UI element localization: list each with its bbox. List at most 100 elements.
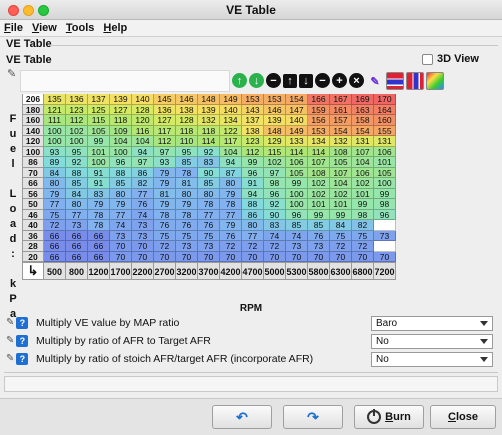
- ve-cell[interactable]: 70: [176, 251, 198, 262]
- ve-cell[interactable]: 88: [66, 167, 88, 178]
- ve-cell[interactable]: 102: [264, 157, 286, 168]
- ve-cell[interactable]: 85: [176, 157, 198, 168]
- ve-cell[interactable]: 89: [44, 157, 66, 168]
- ve-cell[interactable]: 100: [286, 199, 308, 210]
- ve-cell[interactable]: 111: [44, 115, 66, 126]
- ve-cell[interactable]: 148: [264, 125, 286, 136]
- stoich-afr-select[interactable]: No: [371, 351, 493, 367]
- ve-cell[interactable]: 70: [132, 251, 154, 262]
- ve-cell[interactable]: 91: [242, 178, 264, 189]
- ve-cell[interactable]: 93: [154, 157, 176, 168]
- ve-cell[interactable]: 140: [286, 115, 308, 126]
- ve-cell[interactable]: 73: [132, 220, 154, 231]
- ve-cell[interactable]: 70: [308, 251, 330, 262]
- ve-cell[interactable]: 77: [242, 230, 264, 241]
- ve-cell[interactable]: 83: [88, 188, 110, 199]
- ve-cell[interactable]: 140: [132, 94, 154, 105]
- ve-cell[interactable]: 143: [242, 104, 264, 115]
- help-icon[interactable]: ?: [16, 353, 29, 365]
- ve-cell[interactable]: 74: [132, 209, 154, 220]
- ve-cell[interactable]: 76: [154, 220, 176, 231]
- ve-cell[interactable]: 70: [110, 241, 132, 252]
- ve-cell[interactable]: 135: [44, 94, 66, 105]
- cell-value-field[interactable]: [20, 70, 230, 92]
- ve-cell[interactable]: 73: [110, 230, 132, 241]
- ve-cell[interactable]: 77: [44, 199, 66, 210]
- ve-cell[interactable]: 97: [132, 157, 154, 168]
- ve-cell[interactable]: 114: [198, 136, 220, 147]
- ve-cell[interactable]: 84: [44, 167, 66, 178]
- ve-cell[interactable]: 90: [198, 167, 220, 178]
- ve-cell[interactable]: 104: [330, 178, 352, 189]
- ve-cell[interactable]: 66: [66, 251, 88, 262]
- ve-cell[interactable]: 99: [242, 157, 264, 168]
- ve-cell[interactable]: 79: [220, 220, 242, 231]
- ve-cell[interactable]: 136: [154, 104, 176, 115]
- ve-cell[interactable]: 74: [286, 230, 308, 241]
- ve-cell[interactable]: 79: [220, 188, 242, 199]
- ve-cell[interactable]: 112: [66, 115, 88, 126]
- ve-cell[interactable]: 72: [154, 241, 176, 252]
- ve-cell[interactable]: 105: [286, 167, 308, 178]
- ve-cell[interactable]: 108: [330, 146, 352, 157]
- ve-cell[interactable]: 72: [264, 241, 286, 252]
- axis-corner-icon[interactable]: ↳: [22, 262, 44, 280]
- y-bin-cell[interactable]: 140: [22, 125, 44, 136]
- ve-cell[interactable]: 167: [330, 94, 352, 105]
- ve-cell[interactable]: 70: [220, 251, 242, 262]
- ve-cell[interactable]: 127: [110, 104, 132, 115]
- y-bin-cell[interactable]: 50: [22, 199, 44, 210]
- ve-cell[interactable]: 72: [352, 241, 374, 252]
- help-icon[interactable]: ?: [16, 317, 29, 329]
- ve-cell[interactable]: 102: [330, 188, 352, 199]
- ve-cell[interactable]: 96: [242, 167, 264, 178]
- ve-cell[interactable]: 99: [330, 209, 352, 220]
- ve-cell[interactable]: 155: [374, 125, 396, 136]
- ve-cell[interactable]: 75: [44, 209, 66, 220]
- ve-cell[interactable]: 106: [352, 167, 374, 178]
- edit-pencil-icon[interactable]: ✎: [7, 67, 19, 80]
- ve-cell[interactable]: 72: [220, 241, 242, 252]
- ve-cell[interactable]: 99: [286, 178, 308, 189]
- ve-cell[interactable]: 105: [88, 125, 110, 136]
- ve-cell[interactable]: 81: [154, 188, 176, 199]
- view3d-toggle[interactable]: 3D View: [422, 53, 479, 65]
- ve-cell[interactable]: 109: [110, 125, 132, 136]
- ve-cell[interactable]: 86: [132, 167, 154, 178]
- ve-cell[interactable]: 147: [286, 104, 308, 115]
- ve-cell[interactable]: 75: [198, 230, 220, 241]
- ve-cell[interactable]: 115: [88, 115, 110, 126]
- ve-cell[interactable]: 70: [132, 241, 154, 252]
- ve-cell[interactable]: 70: [242, 251, 264, 262]
- ve-cell[interactable]: 158: [352, 115, 374, 126]
- ve-cell[interactable]: 91: [88, 178, 110, 189]
- ve-cell[interactable]: 148: [198, 94, 220, 105]
- ve-cell[interactable]: 80: [110, 188, 132, 199]
- decrease-icon[interactable]: −: [315, 73, 330, 88]
- ve-cell[interactable]: 66: [44, 251, 66, 262]
- ve-cell[interactable]: 84: [66, 188, 88, 199]
- menu-file[interactable]: File: [4, 22, 23, 34]
- ve-cell[interactable]: 66: [66, 230, 88, 241]
- ve-cell[interactable]: 80: [242, 220, 264, 231]
- minus-icon[interactable]: −: [266, 73, 281, 88]
- ve-cell[interactable]: 100: [44, 125, 66, 136]
- ve-cell[interactable]: 78: [88, 209, 110, 220]
- x-bin-cell[interactable]: 3700: [198, 262, 220, 280]
- ve-cell[interactable]: 77: [66, 209, 88, 220]
- ve-cell[interactable]: 108: [308, 167, 330, 178]
- ve-cell[interactable]: 128: [132, 104, 154, 115]
- ve-cell[interactable]: 102: [66, 125, 88, 136]
- ve-cell[interactable]: 156: [308, 115, 330, 126]
- increment-down-green-icon[interactable]: ↓: [249, 73, 264, 88]
- ve-cell[interactable]: 93: [44, 146, 66, 157]
- ve-cell[interactable]: 88: [110, 167, 132, 178]
- gradient-icon[interactable]: [426, 72, 444, 90]
- ve-cell[interactable]: 78: [88, 220, 110, 231]
- ve-cell[interactable]: 82: [132, 178, 154, 189]
- ve-cell[interactable]: 112: [242, 146, 264, 157]
- ve-cell[interactable]: 86: [242, 209, 264, 220]
- ve-cell[interactable]: 73: [286, 241, 308, 252]
- ve-cell[interactable]: 102: [352, 178, 374, 189]
- menu-help[interactable]: Help: [103, 22, 127, 34]
